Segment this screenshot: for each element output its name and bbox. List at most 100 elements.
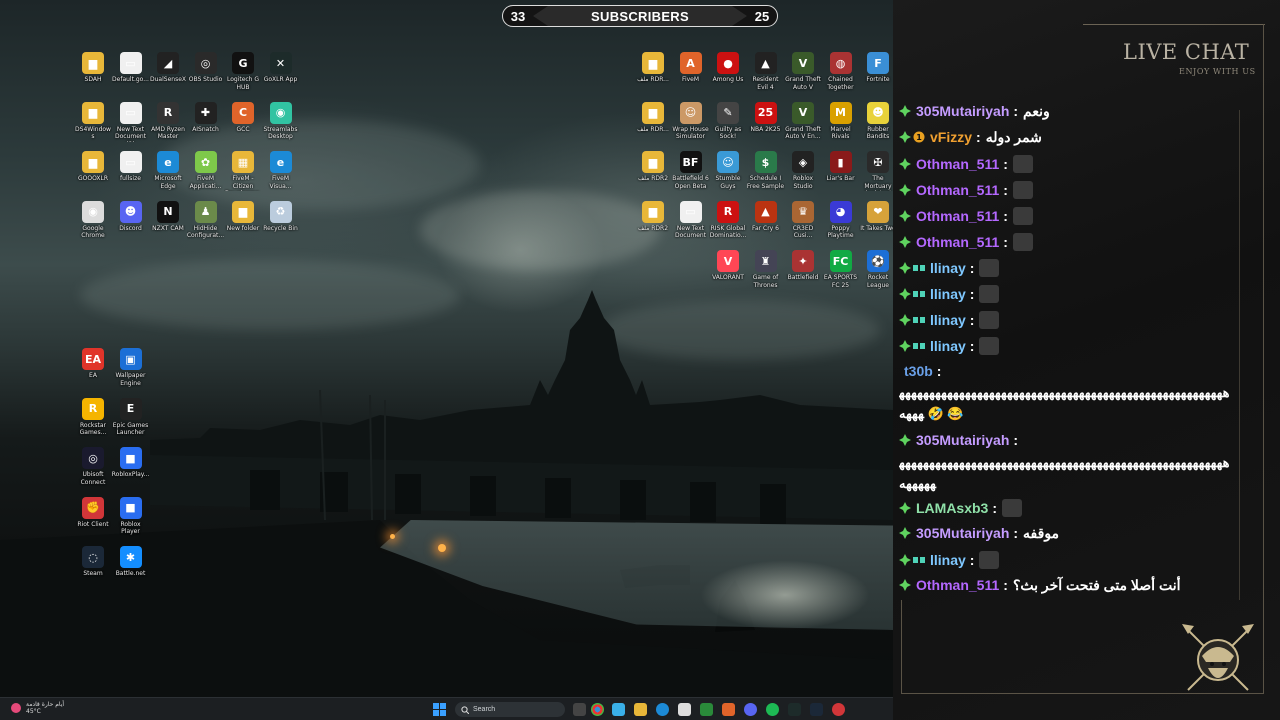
desktop-shortcut[interactable]: ◎ Ubisoft Connect — [74, 447, 112, 487]
edge-taskbar-icon[interactable] — [656, 703, 669, 716]
desktop-shortcut[interactable]: F Fortnite — [859, 52, 893, 92]
desktop-shortcut[interactable]: ✦ Battlefield — [784, 250, 822, 290]
desktop-shortcut[interactable]: ♟ HidHide Configurat... — [187, 200, 225, 241]
desktop-shortcut[interactable]: ▲ Resident Evil 4 — [747, 52, 785, 92]
desktop-shortcut[interactable]: ✕ GoXLR App — [262, 52, 300, 92]
desktop-shortcut[interactable]: C GCC — [224, 101, 262, 142]
desktop-shortcut[interactable]: ● Among Us — [709, 52, 747, 92]
riot-taskbar-icon[interactable] — [832, 703, 845, 716]
desktop-shortcut[interactable]: ❤ It Takes Two — [859, 200, 893, 241]
desktop-shortcut[interactable]: ♻ Recycle Bin — [262, 200, 300, 241]
desktop-shortcut[interactable]: ☺ Stumble Guys — [709, 151, 747, 191]
desktop-shortcut[interactable]: ♜ Game of Thrones — [747, 250, 785, 290]
desktop-shortcut[interactable]: ▆ SDAH — [74, 52, 112, 92]
desktop-shortcut[interactable]: ✊ Riot Client — [74, 496, 112, 537]
desktop-shortcut[interactable]: ◌ Steam — [74, 546, 112, 586]
desktop-shortcut[interactable]: ◍ Chained Together — [822, 52, 860, 92]
desktop-shortcut[interactable]: G Logitech G HUB — [224, 52, 262, 92]
xbox-icon[interactable] — [700, 703, 713, 716]
desktop-shortcut[interactable]: ◢ DualSenseX — [149, 52, 187, 92]
desktop-shortcut[interactable]: ◎ OBS Studio — [187, 52, 225, 92]
desktop-shortcut[interactable]: BF Battlefield 6 Open Beta — [672, 151, 710, 191]
desktop-shortcut[interactable]: ▆ ملف RDR... — [634, 52, 672, 92]
chat-username[interactable]: llinay — [930, 552, 966, 568]
desktop-shortcut[interactable]: ▆ ملف RDR... — [634, 101, 672, 142]
chat-username[interactable]: vFizzy — [930, 129, 972, 145]
desktop-shortcut[interactable]: E Epic Games Launcher — [112, 397, 150, 438]
goxlr-taskbar-icon[interactable] — [788, 703, 801, 716]
desktop-shortcut[interactable]: ▭ fullsize — [112, 151, 150, 191]
desktop-shortcut[interactable]: ◕ Poppy Playtime — [822, 200, 860, 241]
chrome-taskbar-icon[interactable] — [591, 703, 604, 716]
file-explorer-icon[interactable] — [634, 703, 647, 716]
desktop-shortcut[interactable]: V Grand Theft Auto V En... — [784, 101, 822, 142]
desktop-shortcut[interactable]: ◉ Google Chrome — [74, 200, 112, 241]
desktop-shortcut[interactable]: ☺ Wrap House Simulator — [672, 101, 710, 142]
desktop-shortcut[interactable]: ▆ GOOOXLR — [74, 151, 112, 191]
desktop-shortcut[interactable]: ✱ Battle.net — [112, 546, 150, 586]
desktop-shortcut[interactable]: ▭ New Text Document — [672, 200, 710, 241]
desktop-shortcut[interactable]: FC EA SPORTS FC 25 — [822, 250, 860, 290]
chat-username[interactable]: llinay — [930, 338, 966, 354]
desktop-shortcut[interactable]: ◈ Roblox Studio — [784, 151, 822, 191]
desktop-shortcut[interactable]: ✚ AISnatch — [187, 101, 225, 142]
desktop-shortcut[interactable]: ▆ ملف RDR2 — [634, 200, 672, 241]
desktop-shortcut[interactable]: V VALORANT — [709, 250, 747, 290]
desktop-shortcut[interactable]: ✎ Guilty as Sock! — [709, 101, 747, 142]
desktop-shortcut[interactable]: $ Schedule I Free Sample — [747, 151, 785, 191]
chat-username[interactable]: llinay — [930, 260, 966, 276]
task-view-icon[interactable] — [573, 703, 586, 716]
desktop-shortcut[interactable]: R AMD Ryzen Master — [149, 101, 187, 142]
copilot-icon[interactable] — [612, 703, 625, 716]
chat-username[interactable]: LAMAsxb3 — [916, 500, 988, 516]
desktop-shortcut[interactable]: ▭New Text Document (2) — [112, 101, 150, 142]
discord-taskbar-icon[interactable] — [744, 703, 757, 716]
spotify-icon[interactable] — [766, 703, 779, 716]
chat-username[interactable]: Othman_511 — [916, 156, 999, 172]
desktop-shortcut[interactable]: ♛ CR3ED Cusi... — [784, 200, 822, 241]
desktop-shortcut[interactable]: M Marvel Rivals — [822, 101, 860, 142]
desktop-shortcut[interactable]: ◉ Streamlabs Desktop — [262, 101, 300, 142]
desktop-shortcut[interactable]: A FiveM — [672, 52, 710, 92]
chat-username[interactable]: t30b — [904, 363, 933, 379]
desktop-shortcut[interactable]: ⚽ Rocket League — [859, 250, 893, 290]
fivem-taskbar-icon[interactable] — [722, 703, 735, 716]
desktop-shortcut[interactable]: ▆ ملف RDR2 — [634, 151, 672, 191]
desktop-shortcut[interactable]: V Grand Theft Auto V — [784, 52, 822, 92]
chat-username[interactable]: Othman_511 — [916, 577, 999, 593]
notepad-icon[interactable] — [678, 703, 691, 716]
shortcut-label: Streamlabs Desktop — [263, 125, 298, 141]
windows-start-icon[interactable] — [433, 703, 446, 716]
desktop-shortcut[interactable]: e Microsoft Edge — [149, 151, 187, 191]
desktop-shortcut[interactable]: R RISK Global Dominatio... — [709, 200, 747, 241]
desktop-shortcut[interactable]: ✿ FiveM Applicati... — [187, 151, 225, 191]
desktop-shortcut[interactable]: 25 NBA 2K25 — [747, 101, 785, 142]
chat-username[interactable]: llinay — [930, 286, 966, 302]
desktop-shortcut[interactable]: ✠ The Mortuary Assistant — [859, 151, 893, 191]
desktop-shortcut[interactable]: ▦ FiveM - Citizen Developme... — [224, 151, 262, 191]
desktop-shortcut[interactable]: N NZXT CAM — [149, 200, 187, 241]
desktop-shortcut[interactable]: ▣ Wallpaper Engine — [112, 348, 150, 388]
desktop-shortcut[interactable]: e FiveM Visua... — [262, 151, 300, 191]
desktop-shortcut[interactable]: R Rockstar Games... — [74, 397, 112, 438]
desktop-shortcut[interactable]: ▲ Far Cry 6 — [747, 200, 785, 241]
chat-username[interactable]: 305Mutairiyah — [916, 525, 1009, 541]
desktop-shortcut[interactable]: ▆ New folder — [224, 200, 262, 241]
desktop-shortcut[interactable]: ▆ DS4Windows — [74, 101, 112, 142]
chat-username[interactable]: 305Mutairiyah — [916, 103, 1009, 119]
chat-username[interactable]: 305Mutairiyah — [916, 432, 1009, 448]
desktop-shortcut[interactable]: ☻ Discord — [112, 200, 150, 241]
desktop-shortcut[interactable]: ☻ Rubber Bandits — [859, 101, 893, 142]
chat-username[interactable]: Othman_511 — [916, 208, 999, 224]
desktop-shortcut[interactable]: ▭ Default.go... — [112, 52, 150, 92]
steam-taskbar-icon[interactable] — [810, 703, 823, 716]
desktop-shortcut[interactable]: EA EA — [74, 348, 112, 388]
taskbar-search[interactable]: Search — [455, 702, 565, 717]
chat-username[interactable]: Othman_511 — [916, 234, 999, 250]
chat-username[interactable]: llinay — [930, 312, 966, 328]
desktop-shortcut[interactable]: ■ RobloxPlay... — [112, 447, 150, 487]
chat-username[interactable]: Othman_511 — [916, 182, 999, 198]
desktop-shortcut[interactable]: ■ Roblox Player — [112, 496, 150, 537]
weather-widget[interactable]: أيام حارة قادمة 45°C — [10, 701, 64, 715]
desktop-shortcut[interactable]: ▮ Liar's Bar — [822, 151, 860, 191]
